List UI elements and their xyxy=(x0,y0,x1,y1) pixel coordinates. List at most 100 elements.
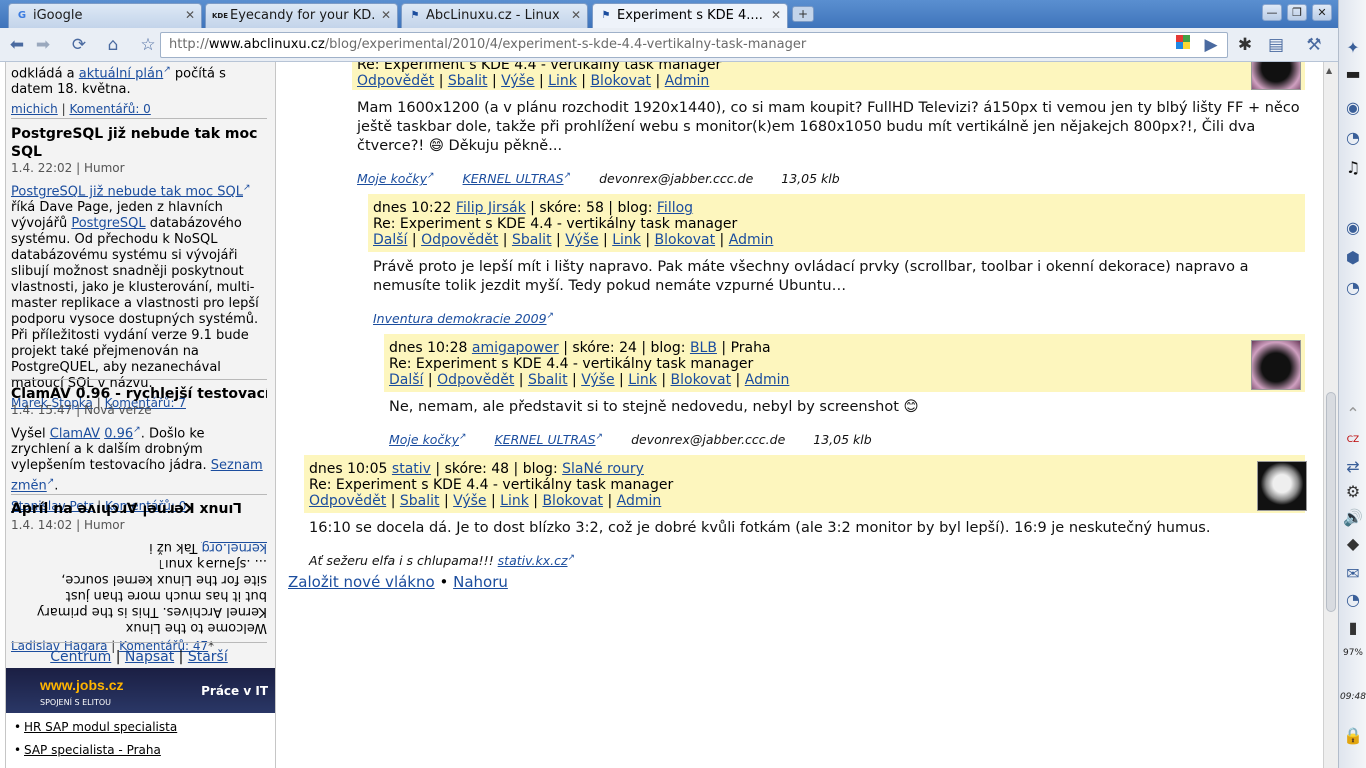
wrench-menu-icon[interactable]: ⚒ xyxy=(1302,33,1326,57)
clock-task-icon[interactable]: ◔ xyxy=(1341,276,1365,300)
sidebar-link[interactable]: ClamAV xyxy=(50,426,100,441)
comment-action-dal-[interactable]: Další xyxy=(389,372,423,388)
author-link[interactable]: michich xyxy=(11,102,58,116)
close-tab-icon[interactable]: ✕ xyxy=(771,4,781,27)
comment-action-blokovat[interactable]: Blokovat xyxy=(542,493,603,509)
panel-clock[interactable]: 09:48 xyxy=(1339,692,1366,702)
comment-blog-link[interactable]: Fillog xyxy=(657,200,693,216)
comment-action-v-e[interactable]: Výše xyxy=(565,232,598,248)
top-link[interactable]: Nahoru xyxy=(453,573,508,591)
minimize-button[interactable]: — xyxy=(1262,4,1282,21)
comment-action-blokovat[interactable]: Blokovat xyxy=(590,73,651,89)
maximize-button[interactable]: ❐ xyxy=(1287,4,1307,21)
news-title[interactable]: ClamAV 0.96 - rychlejší testovací já... xyxy=(11,385,267,403)
cube-icon[interactable]: ⬢ xyxy=(1341,246,1365,270)
play-icon[interactable]: ▶ xyxy=(1199,33,1223,57)
settings-gear-icon[interactable]: ⚙ xyxy=(1341,480,1365,504)
kde-menu-icon[interactable]: ✦ xyxy=(1341,36,1365,60)
tab-igoogle[interactable]: G iGoogle ✕ xyxy=(8,3,202,28)
comment-action-admin[interactable]: Admin xyxy=(665,73,710,89)
comment-action-v-e[interactable]: Výše xyxy=(581,372,614,388)
comment-action-sbalit[interactable]: Sbalit xyxy=(512,232,552,248)
page-menu-icon[interactable]: ▤ xyxy=(1264,33,1288,57)
job-link[interactable]: SAP specialista - Praha xyxy=(24,743,161,757)
tab-eyecandy[interactable]: KDE Eyecandy for your KD... ✕ xyxy=(205,3,398,28)
sidebar-link[interactable]: aktuální plán xyxy=(79,66,163,81)
chromium-icon[interactable]: ◉ xyxy=(1341,96,1365,120)
sidebar-link[interactable]: PostgreSQL xyxy=(71,216,145,231)
comment-blog-link[interactable]: BLB xyxy=(690,340,717,356)
signature-link[interactable]: KERNEL ULTRAS xyxy=(495,432,596,447)
back-button[interactable]: ⬅ xyxy=(5,33,29,57)
page-extension-icon[interactable] xyxy=(1171,33,1195,57)
mail-icon[interactable]: ✉ xyxy=(1341,562,1365,586)
comment-author-link[interactable]: stativ xyxy=(392,461,431,477)
comment-action-v-e[interactable]: Výše xyxy=(501,73,534,89)
comment-action-link[interactable]: Link xyxy=(500,493,529,509)
signature-link[interactable]: stativ.kx.cz xyxy=(498,553,568,568)
clock-tray-icon[interactable]: ◔ xyxy=(1341,588,1365,612)
signature-link[interactable]: KERNEL ULTRAS xyxy=(463,171,564,186)
reload-button[interactable]: ⟳ xyxy=(67,33,91,57)
comment-action-odpov-d-t[interactable]: Odpovědět xyxy=(357,73,434,89)
lock-icon[interactable]: 🔒 xyxy=(1341,724,1365,748)
new-thread-link[interactable]: Založit nové vlákno xyxy=(288,573,435,591)
sidebar-link[interactable]: kernel.org xyxy=(202,540,267,555)
comment-action-odpov-d-t[interactable]: Odpovědět xyxy=(309,493,386,509)
page-scrollbar[interactable]: ▲ xyxy=(1323,62,1338,768)
comments-link[interactable]: Komentářů: 0 xyxy=(69,102,150,116)
address-bar[interactable]: http://www.abclinuxu.cz/blog/experimenta… xyxy=(160,32,1228,58)
centrum-link[interactable]: Centrum xyxy=(50,649,111,665)
comment-action-sbalit[interactable]: Sbalit xyxy=(448,73,488,89)
home-button[interactable]: ⌂ xyxy=(101,33,125,57)
comment-action-admin[interactable]: Admin xyxy=(729,232,774,248)
new-tab-button[interactable]: + xyxy=(792,6,814,22)
scroll-up-icon[interactable]: ▲ xyxy=(1326,66,1332,75)
comment-action-sbalit[interactable]: Sbalit xyxy=(400,493,440,509)
close-window-button[interactable]: ✕ xyxy=(1312,4,1332,21)
clock-app-icon[interactable]: ◔ xyxy=(1341,126,1365,150)
sidebar-link[interactable]: PostgreSQL již nebude tak moc SQL xyxy=(11,184,243,199)
bookmark-star-icon[interactable]: ☆ xyxy=(136,33,160,57)
close-tab-icon[interactable]: ✕ xyxy=(571,4,581,27)
close-tab-icon[interactable]: ✕ xyxy=(185,4,195,27)
comment-author-link[interactable]: Filip Jirsák xyxy=(456,200,526,216)
comment-action-blokovat[interactable]: Blokovat xyxy=(655,232,716,248)
network-icon[interactable]: ⇄ xyxy=(1341,455,1365,479)
comment-action-admin[interactable]: Admin xyxy=(745,372,790,388)
comment-action-dal-[interactable]: Další xyxy=(373,232,407,248)
comment-action-odpov-d-t[interactable]: Odpovědět xyxy=(437,372,514,388)
comment-blog-link[interactable]: SlaNé roury xyxy=(562,461,644,477)
terminal-icon[interactable]: ▬ xyxy=(1341,62,1365,86)
comment-action-odpov-d-t[interactable]: Odpovědět xyxy=(421,232,498,248)
music-icon[interactable]: ♫ xyxy=(1341,156,1365,180)
bug-extension-icon[interactable]: ✱ xyxy=(1233,33,1257,57)
sidebar-link[interactable]: 0.96 xyxy=(104,426,133,441)
napsat-link[interactable]: Napsat xyxy=(125,649,174,665)
signature-link[interactable]: Inventura demokracie 2009 xyxy=(373,311,547,326)
comment-action-link[interactable]: Link xyxy=(612,232,641,248)
chromium-task-icon[interactable]: ◉ xyxy=(1341,216,1365,240)
comment-action-link[interactable]: Link xyxy=(548,73,577,89)
starsi-link[interactable]: Starší xyxy=(188,649,228,665)
collapse-up-icon[interactable]: ⌃ xyxy=(1341,402,1365,426)
battery-icon[interactable]: ▮ xyxy=(1341,616,1365,640)
news-title[interactable]: PostgreSQL již nebude tak moc SQL xyxy=(11,125,267,161)
volume-icon[interactable]: 🔊 xyxy=(1341,506,1365,530)
job-link[interactable]: HR SAP modul specialista xyxy=(24,720,177,734)
comment-author-link[interactable]: amigapower xyxy=(472,340,559,356)
keyboard-layout-icon[interactable]: CZ xyxy=(1341,428,1365,452)
scroll-thumb[interactable] xyxy=(1326,392,1336,612)
comment-action-link[interactable]: Link xyxy=(628,372,657,388)
device-icon[interactable]: ◆ xyxy=(1341,532,1365,556)
tab-experiment-kde[interactable]: ⚑ Experiment s KDE 4.... ✕ xyxy=(592,3,788,28)
comment-action-sbalit[interactable]: Sbalit xyxy=(528,372,568,388)
close-tab-icon[interactable]: ✕ xyxy=(381,4,391,27)
comment-action-admin[interactable]: Admin xyxy=(617,493,662,509)
news-title[interactable]: Apríl na ǝʌıɥɔɹ∀ ןǝuɹǝꓘ xnuıꓶ xyxy=(11,500,267,518)
signature-link[interactable]: Moje kočky xyxy=(357,171,427,186)
signature-link[interactable]: Moje kočky xyxy=(389,432,459,447)
tab-abclinuxu[interactable]: ⚑ AbcLinuxu.cz - Linux ... ✕ xyxy=(401,3,588,28)
comment-action-v-e[interactable]: Výše xyxy=(453,493,486,509)
jobs-banner[interactable]: www.jobs.cz SPOJENÍ S ELITOU Práce v IT xyxy=(6,668,275,713)
